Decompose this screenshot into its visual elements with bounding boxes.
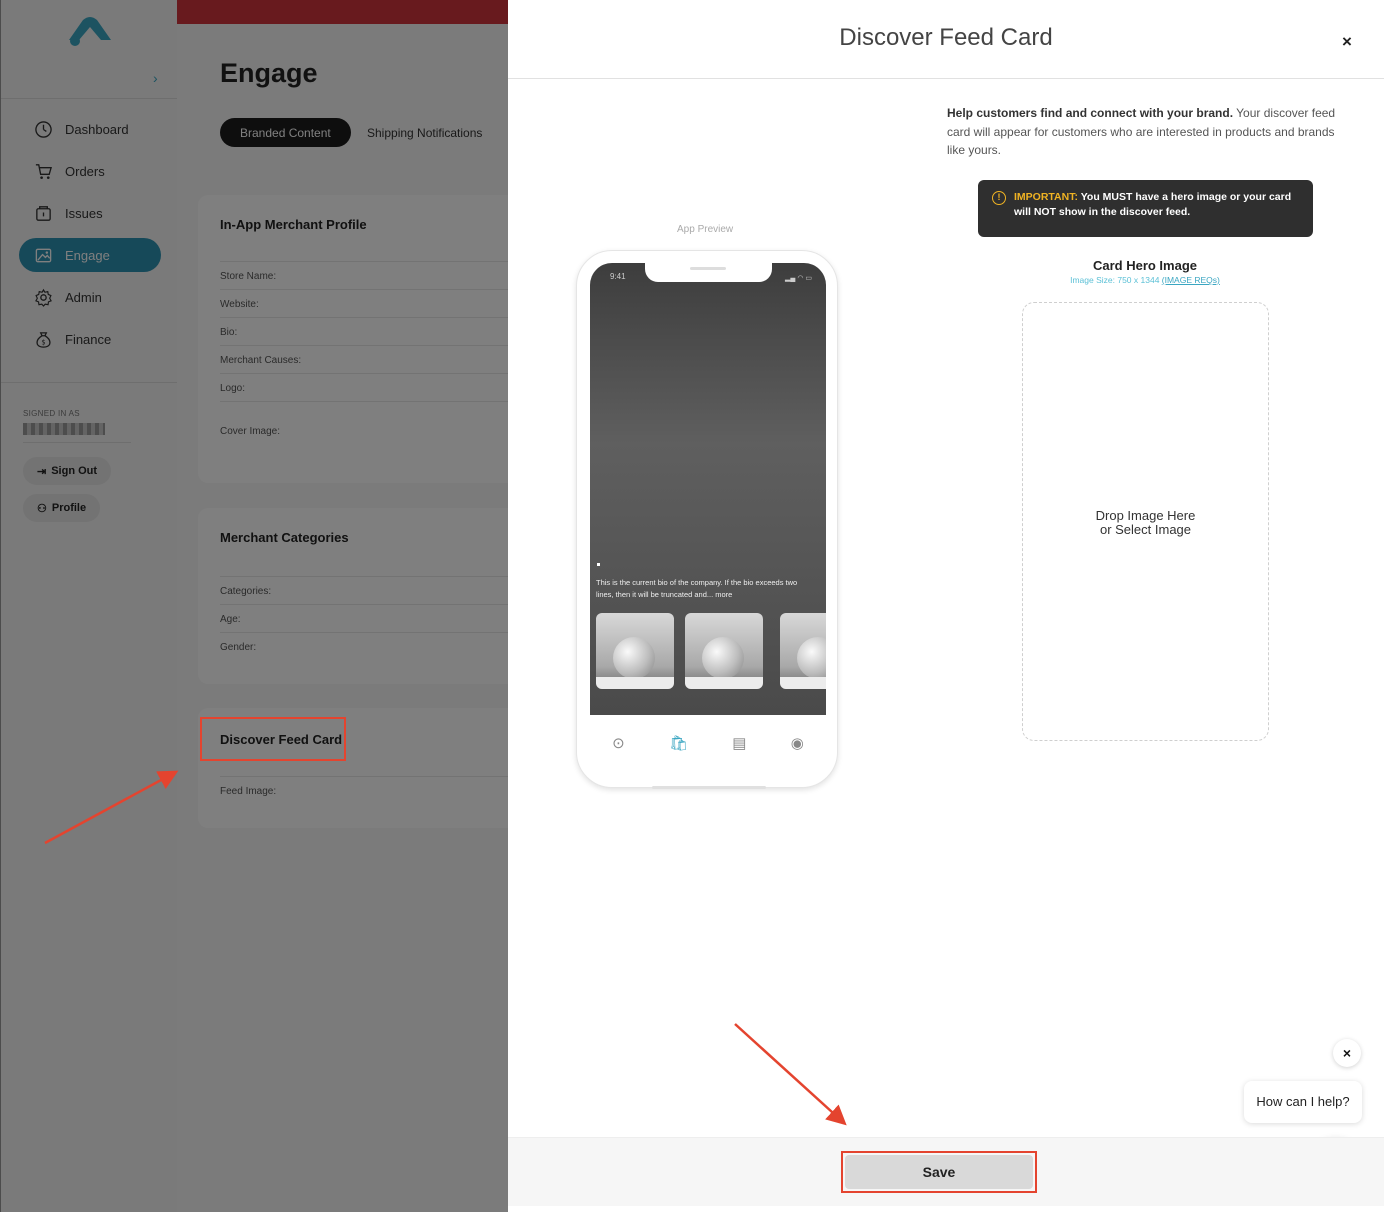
chat-close-icon[interactable]: × xyxy=(1333,1039,1361,1067)
location-pin-icon: ⊙ xyxy=(612,735,625,752)
warning-icon: ! xyxy=(992,191,1006,205)
image-drop-zone[interactable]: Drop Image Here or Select Image xyxy=(1022,302,1269,741)
help-description: Help customers find and connect with you… xyxy=(947,104,1342,160)
phone-preview: 9:41 ▂▄ ◠ ▭ This is the current bio of t… xyxy=(576,250,838,789)
image-reqs-link[interactable]: (IMAGE REQs) xyxy=(1162,275,1220,285)
modal-title: Discover Feed Card xyxy=(839,24,1053,51)
phone-tab-bar: ⊙ 🛍︎ ▤ ◉ xyxy=(590,715,826,771)
chat-prompt-bubble[interactable]: How can I help? xyxy=(1244,1081,1362,1123)
bio-marker xyxy=(597,563,600,566)
important-notice: ! IMPORTANT: You MUST have a hero image … xyxy=(978,180,1313,237)
shopping-bag-icon: 🛍︎ xyxy=(668,735,689,752)
close-icon[interactable]: × xyxy=(1342,32,1352,52)
bio-preview-text: This is the current bio of the company. … xyxy=(596,578,798,599)
card-hero-image-title: Card Hero Image xyxy=(1092,258,1198,273)
drop-line-2: or Select Image xyxy=(1099,522,1192,537)
receipt-icon: ▤ xyxy=(732,735,747,752)
phone-time: 9:41 xyxy=(610,272,626,281)
image-size-hint: Image Size: 750 x 1344 (IMAGE REQs) xyxy=(945,275,1345,285)
image-size-text: Image Size: 750 x 1344 xyxy=(1070,275,1162,285)
product-thumbnail xyxy=(685,613,763,689)
modal-backdrop[interactable] xyxy=(0,0,508,1212)
account-icon: ◉ xyxy=(790,735,804,752)
modal-footer: Save xyxy=(508,1137,1384,1206)
app-preview-label: App Preview xyxy=(677,224,734,235)
drop-zone-text: Drop Image Here or Select Image xyxy=(1023,509,1268,537)
home-indicator xyxy=(652,786,766,789)
annotation-highlight-box xyxy=(841,1151,1037,1193)
modal-divider xyxy=(508,78,1384,79)
help-bold-text: Help customers find and connect with you… xyxy=(947,106,1234,120)
phone-screen: 9:41 ▂▄ ◠ ▭ This is the current bio of t… xyxy=(590,263,826,715)
drop-line-1: Drop Image Here xyxy=(1095,508,1196,523)
product-thumbnail xyxy=(596,613,674,689)
discover-feed-card-modal: Discover Feed Card × App Preview 9:41 ▂▄… xyxy=(508,0,1384,1206)
important-keyword: IMPORTANT: xyxy=(1014,191,1078,203)
annotation-highlight-box xyxy=(200,717,346,761)
phone-notch xyxy=(645,263,772,282)
product-thumbnail xyxy=(780,613,826,689)
status-bar-icons: ▂▄ ◠ ▭ xyxy=(785,275,812,282)
